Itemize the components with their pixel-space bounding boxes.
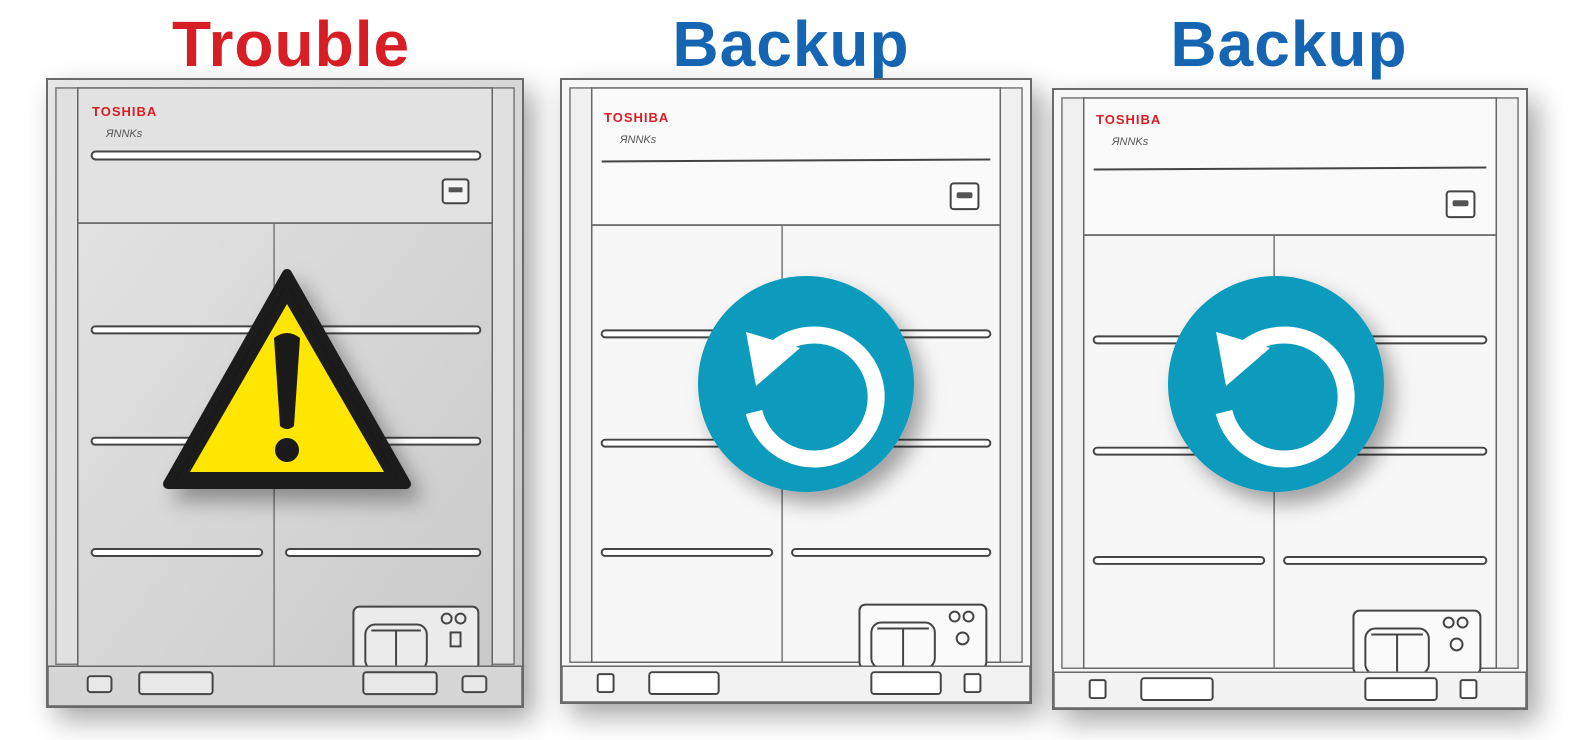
- unit-2-brand-logo: TOSHIBA: [604, 110, 670, 125]
- backup-rotate-icon: [1166, 274, 1386, 494]
- backup-rotate-icon: [696, 274, 916, 494]
- outdoor-unit-2: TOSHIBA ЯNNKs: [560, 78, 1032, 704]
- unit-3-brand-logo: TOSHIBA: [1096, 112, 1162, 127]
- unit-1-brand-logo: TOSHIBA: [92, 104, 158, 119]
- unit-3-model-name: ЯNNKs: [1112, 136, 1149, 148]
- outdoor-unit-3: TOSHIBA ЯNNKs: [1052, 88, 1528, 710]
- warning-triangle-icon: [162, 266, 412, 492]
- unit-1-status-label: Trouble: [171, 8, 411, 80]
- unit-2-status-label: Backup: [672, 8, 910, 80]
- unit-3-status-label: Backup: [1170, 8, 1408, 80]
- unit-1-model-name: ЯNNKs: [106, 128, 143, 140]
- unit-2-model-name: ЯNNKs: [620, 134, 657, 146]
- outdoor-unit-1: TOSHIBA ЯNNKs: [46, 78, 524, 708]
